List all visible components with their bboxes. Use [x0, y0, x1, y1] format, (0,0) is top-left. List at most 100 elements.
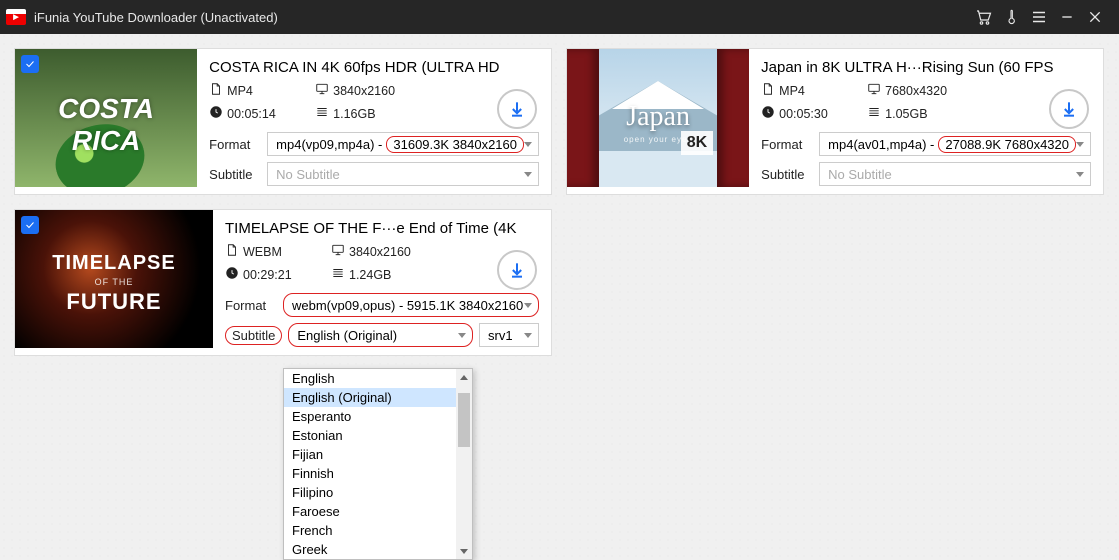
dropdown-option[interactable]: Greek [284, 540, 456, 559]
subtitle-value: No Subtitle [276, 167, 340, 182]
download-card: COSTA RICA COSTA RICA IN 4K 60fps HDR (U… [14, 48, 552, 195]
subtitle-format-value: srv1 [488, 328, 513, 343]
download-list: COSTA RICA COSTA RICA IN 4K 60fps HDR (U… [0, 34, 1119, 370]
video-thumbnail[interactable]: COSTA RICA [15, 49, 197, 187]
meta-row-2: 00:29:21 1.24GB [225, 266, 539, 283]
format-row: Format mp4(av01,mp4a) - 27088.9K 7680x43… [761, 132, 1091, 156]
dropdown-scrollbar[interactable] [456, 369, 472, 559]
download-card: Japan open your eyes 8K Japan in 8K ULTR… [566, 48, 1104, 195]
subtitle-value: English (Original) [297, 328, 397, 343]
file-icon [761, 82, 775, 99]
dropdown-option[interactable]: English [284, 369, 456, 388]
dropdown-option[interactable]: Fijian [284, 445, 456, 464]
dropdown-option[interactable]: Estonian [284, 426, 456, 445]
menu-icon[interactable] [1025, 3, 1053, 31]
file-icon [209, 82, 223, 99]
container-format: MP4 [761, 82, 841, 99]
subtitle-dropdown-list[interactable]: EnglishEnglish (Original)EsperantoEstoni… [283, 368, 473, 560]
monitor-icon [867, 82, 881, 99]
disk-icon [315, 105, 329, 122]
subtitle-value: No Subtitle [828, 167, 892, 182]
format-value-prefix: mp4(av01,mp4a) - [828, 137, 934, 152]
meta-row-1: MP4 3840x2160 [209, 82, 539, 99]
thumb-badge: 8K [681, 131, 713, 155]
thermometer-icon[interactable] [997, 3, 1025, 31]
format-value-bitrate: 27088.9K 7680x4320 [938, 136, 1076, 153]
format-value-prefix: mp4(vp09,mp4a) - [276, 137, 382, 152]
meta-row-2: 00:05:14 1.16GB [209, 105, 539, 122]
close-button[interactable] [1081, 3, 1109, 31]
format-row: Format mp4(vp09,mp4a) - 31609.3K 3840x21… [209, 132, 539, 156]
chevron-down-icon [1076, 142, 1084, 147]
subtitle-label: Subtitle [225, 326, 282, 345]
disk-icon [867, 105, 881, 122]
resolution: 3840x2160 [315, 82, 395, 99]
thumb-text: Japan [567, 101, 749, 133]
chevron-down-icon [458, 333, 466, 338]
dropdown-option[interactable]: Esperanto [284, 407, 456, 426]
monitor-icon [331, 243, 345, 260]
monitor-icon [315, 82, 329, 99]
format-select[interactable]: mp4(vp09,mp4a) - 31609.3K 3840x2160 [267, 132, 539, 156]
download-button[interactable] [497, 89, 537, 129]
container-format: MP4 [209, 82, 289, 99]
duration: 00:05:30 [761, 105, 841, 122]
select-checkbox[interactable] [21, 55, 39, 73]
subtitle-label: Subtitle [209, 167, 261, 182]
duration: 00:05:14 [209, 105, 289, 122]
download-button[interactable] [497, 250, 537, 290]
subtitle-select[interactable]: English (Original) [288, 323, 473, 347]
duration: 00:29:21 [225, 266, 305, 283]
dropdown-option[interactable]: Faroese [284, 502, 456, 521]
file-icon [225, 243, 239, 260]
video-thumbnail[interactable]: TIMELAPSEOF THEFUTURE [15, 210, 213, 348]
format-value: webm(vp09,opus) - 5915.1K 3840x2160 [292, 298, 523, 313]
container-format: WEBM [225, 243, 305, 260]
subtitle-row: Subtitle No Subtitle [209, 162, 539, 186]
dropdown-option[interactable]: English (Original) [284, 388, 456, 407]
meta-row-1: WEBM 3840x2160 [225, 243, 539, 260]
video-thumbnail[interactable]: Japan open your eyes 8K [567, 49, 749, 187]
video-title: TIMELAPSE OF THE F···e End of Time (4K [225, 220, 539, 237]
select-checkbox[interactable] [21, 216, 39, 234]
format-label: Format [761, 137, 813, 152]
thumb-text: TIMELAPSEOF THEFUTURE [23, 252, 205, 315]
format-select[interactable]: mp4(av01,mp4a) - 27088.9K 7680x4320 [819, 132, 1091, 156]
minimize-button[interactable] [1053, 3, 1081, 31]
clock-icon [209, 105, 223, 122]
subtitle-label: Subtitle [761, 167, 813, 182]
thumb-text: COSTA RICA [21, 93, 191, 157]
format-label: Format [209, 137, 261, 152]
disk-icon [331, 266, 345, 283]
dropdown-option[interactable]: French [284, 521, 456, 540]
filesize: 1.24GB [331, 266, 411, 283]
subtitle-select[interactable]: No Subtitle [819, 162, 1091, 186]
subtitle-row: Subtitle English (Original) srv1 [225, 323, 539, 347]
format-select[interactable]: webm(vp09,opus) - 5915.1K 3840x2160 [283, 293, 539, 317]
chevron-down-icon [524, 142, 532, 147]
chevron-down-icon [524, 303, 532, 308]
subtitle-format-select[interactable]: srv1 [479, 323, 539, 347]
format-value-bitrate: 31609.3K 3840x2160 [386, 136, 524, 153]
download-card: TIMELAPSEOF THEFUTURE TIMELAPSE OF THE F… [14, 209, 552, 356]
video-title: COSTA RICA IN 4K 60fps HDR (ULTRA HD [209, 59, 539, 76]
resolution: 3840x2160 [331, 243, 411, 260]
dropdown-option[interactable]: Filipino [284, 483, 456, 502]
filesize: 1.05GB [867, 105, 947, 122]
dropdown-option[interactable]: Finnish [284, 464, 456, 483]
download-button[interactable] [1049, 89, 1089, 129]
video-title: Japan in 8K ULTRA H···Rising Sun (60 FPS [761, 59, 1091, 76]
meta-row-1: MP4 7680x4320 [761, 82, 1091, 99]
clock-icon [225, 266, 239, 283]
format-label: Format [225, 298, 277, 313]
subtitle-row: Subtitle No Subtitle [761, 162, 1091, 186]
cart-icon[interactable] [969, 3, 997, 31]
meta-row-2: 00:05:30 1.05GB [761, 105, 1091, 122]
resolution: 7680x4320 [867, 82, 947, 99]
filesize: 1.16GB [315, 105, 395, 122]
subtitle-select[interactable]: No Subtitle [267, 162, 539, 186]
format-row: Format webm(vp09,opus) - 5915.1K 3840x21… [225, 293, 539, 317]
app-icon: ▶ [6, 9, 26, 25]
chevron-down-icon [524, 172, 532, 177]
titlebar: ▶ iFunia YouTube Downloader (Unactivated… [0, 0, 1119, 34]
